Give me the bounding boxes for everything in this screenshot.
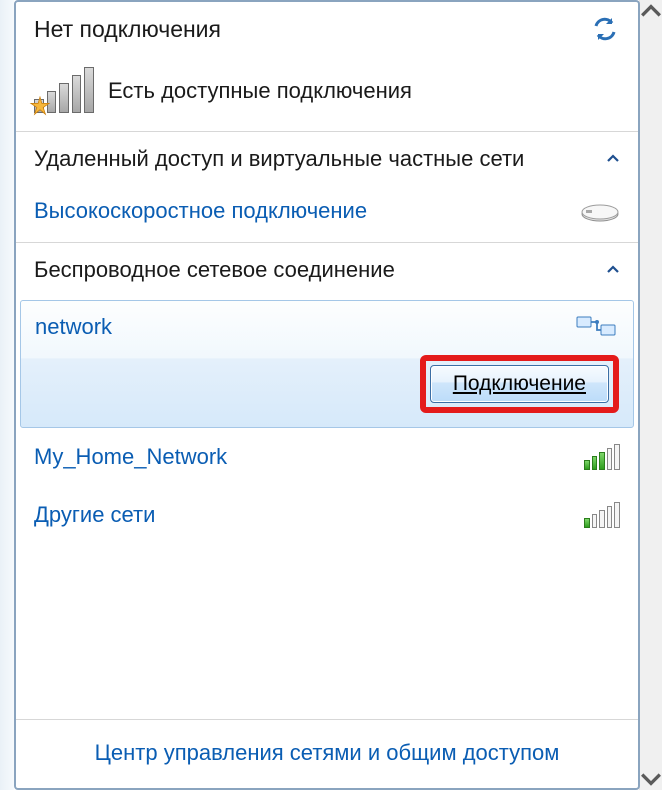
- spacer: [16, 544, 638, 719]
- scroll-up-icon[interactable]: [640, 0, 662, 22]
- left-shadow: [0, 0, 14, 790]
- signal-bars-icon: [34, 69, 94, 113]
- scrollbar[interactable]: [639, 0, 662, 790]
- available-networks-row: Есть доступные подключения: [34, 69, 620, 113]
- scroll-down-icon[interactable]: [640, 768, 662, 790]
- footer: Центр управления сетями и общим доступом: [16, 719, 638, 788]
- dialup-vpn-title: Удаленный доступ и виртуальные частные с…: [34, 146, 524, 172]
- dialup-vpn-section: Удаленный доступ и виртуальные частные с…: [16, 132, 638, 243]
- broadband-label: Высокоскоростное подключение: [34, 198, 367, 224]
- network-item-selected[interactable]: network Подключение: [20, 300, 634, 428]
- network-name: Другие сети: [34, 502, 155, 528]
- network-item-other[interactable]: Другие сети: [16, 486, 638, 544]
- network-flyout-panel: Нет подключения Есть доступные подключен…: [14, 0, 640, 790]
- connect-button[interactable]: Подключение: [430, 365, 609, 403]
- wireless-list: network Подключение My_Home_Network: [16, 297, 638, 544]
- chevron-up-icon: [606, 261, 620, 279]
- network-name: network: [35, 314, 112, 340]
- modem-icon: [580, 200, 620, 222]
- dialup-vpn-header[interactable]: Удаленный доступ и виртуальные частные с…: [16, 132, 638, 186]
- network-center-link[interactable]: Центр управления сетями и общим доступом: [95, 740, 560, 765]
- refresh-icon[interactable]: [590, 16, 620, 42]
- highlight-annotation: Подключение: [420, 355, 619, 413]
- network-item[interactable]: My_Home_Network: [16, 428, 638, 486]
- status-section: Нет подключения Есть доступные подключен…: [16, 2, 638, 132]
- signal-strength-icon: [584, 502, 620, 528]
- signal-strength-icon: [584, 444, 620, 470]
- wireless-header[interactable]: Беспроводное сетевое соединение: [16, 243, 638, 297]
- wireless-header-section: Беспроводное сетевое соединение: [16, 243, 638, 297]
- chevron-up-icon: [606, 150, 620, 168]
- wireless-title: Беспроводное сетевое соединение: [34, 257, 395, 283]
- available-text: Есть доступные подключения: [108, 78, 412, 104]
- broadband-connection-item[interactable]: Высокоскоростное подключение: [16, 186, 638, 242]
- network-name: My_Home_Network: [34, 444, 227, 470]
- connection-status-title: Нет подключения: [34, 16, 221, 43]
- network-computers-icon: [575, 313, 619, 341]
